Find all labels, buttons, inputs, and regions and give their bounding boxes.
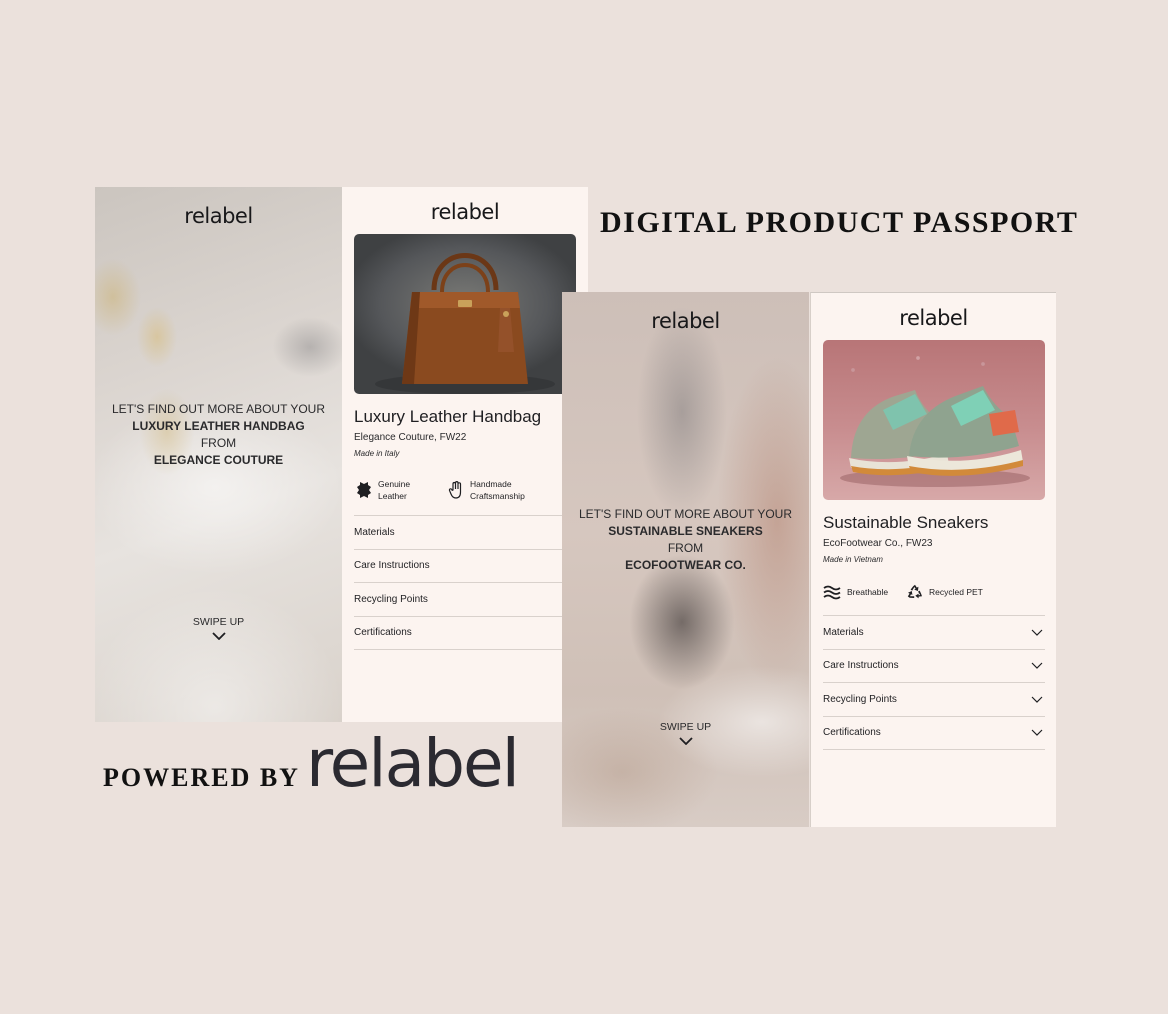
sneaker-passport-card: relabel Sustainable Sneakers EcoFootwear… [810, 292, 1056, 827]
menu-item-materials[interactable]: Materials [354, 516, 576, 550]
leather-hide-icon [357, 482, 371, 498]
relabel-logo: relabel [430, 200, 500, 224]
product-title: Luxury Leather Handbag [354, 407, 542, 426]
product-brand-season: Elegance Couture, FW22 [354, 432, 467, 443]
swipe-up-prompt[interactable]: SWIPE UP [95, 616, 342, 640]
swipe-up-prompt[interactable]: SWIPE UP [562, 721, 809, 745]
product-origin: Made in Vietnam [823, 555, 883, 564]
feature-breathable: Breathable [823, 584, 888, 600]
relabel-brand-logo: relabel [306, 725, 520, 802]
waves-icon [823, 585, 841, 600]
hand-icon [448, 481, 462, 499]
splash-maker-name: ECOFOOTWEAR CO. [625, 558, 746, 572]
menu-item-recycling-points[interactable]: Recycling Points [823, 683, 1045, 717]
menu-item-certifications[interactable]: Certifications [354, 617, 576, 650]
relabel-logo: relabel [899, 306, 968, 330]
page-title: DIGITAL PRODUCT PASSPORT [600, 206, 1079, 239]
splash-product-name: LUXURY LEATHER HANDBAG [132, 419, 305, 433]
sneaker-splash-screen: relabel LET'S FIND OUT MORE ABOUT YOUR S… [562, 292, 809, 827]
chevron-down-icon [678, 737, 693, 745]
splash-intro-text: LET'S FIND OUT MORE ABOUT YOUR SUSTAINAB… [562, 506, 809, 574]
menu-item-care-instructions[interactable]: Care Instructions [823, 650, 1045, 683]
powered-by-label: POWERED BY [103, 763, 300, 792]
recycle-icon [907, 584, 922, 599]
splash-intro-line: LET'S FIND OUT MORE ABOUT YOUR [112, 402, 325, 416]
passport-menu: Materials Care Instructions Recycling Po… [354, 515, 576, 650]
chevron-down-icon [1031, 729, 1043, 737]
feature-handmade: Handmade Craftsmanship [448, 478, 525, 502]
splash-from-label: FROM [200, 436, 237, 450]
passport-menu: Materials Care Instructions Recycling Po… [823, 615, 1045, 750]
feature-genuine-leather: Genuine Leather [356, 478, 410, 502]
menu-item-care-instructions[interactable]: Care Instructions [354, 550, 576, 583]
menu-item-recycling-points[interactable]: Recycling Points [354, 583, 576, 617]
handbag-passport-card: relabel Luxury Leather Handbag Elegance … [342, 187, 588, 722]
relabel-logo: relabel [184, 204, 253, 228]
splash-product-name: SUSTAINABLE SNEAKERS [608, 524, 763, 538]
menu-item-materials[interactable]: Materials [823, 616, 1045, 650]
chevron-down-icon [1031, 662, 1043, 670]
feature-recycled-pet: Recycled PET [907, 584, 983, 600]
menu-item-certifications[interactable]: Certifications [823, 717, 1045, 750]
product-title: Sustainable Sneakers [823, 513, 989, 532]
product-origin: Made in Italy [354, 449, 400, 458]
product-brand-season: EcoFootwear Co., FW23 [823, 538, 933, 549]
splash-intro-text: LET'S FIND OUT MORE ABOUT YOUR LUXURY LE… [95, 401, 342, 469]
splash-from-label: FROM [667, 541, 704, 555]
handbag-splash-screen: relabel LET'S FIND OUT MORE ABOUT YOUR L… [95, 187, 342, 722]
splash-intro-line: LET'S FIND OUT MORE ABOUT YOUR [579, 507, 792, 521]
handbag-photo [354, 234, 576, 394]
chevron-down-icon [1031, 629, 1043, 636]
sneaker-photo [823, 340, 1045, 500]
splash-maker-name: ELEGANCE COUTURE [153, 453, 284, 467]
chevron-down-icon [1031, 696, 1043, 703]
swipe-up-label: SWIPE UP [659, 721, 712, 733]
chevron-down-icon [211, 632, 226, 640]
swipe-up-label: SWIPE UP [192, 616, 245, 628]
relabel-logo: relabel [651, 309, 720, 333]
